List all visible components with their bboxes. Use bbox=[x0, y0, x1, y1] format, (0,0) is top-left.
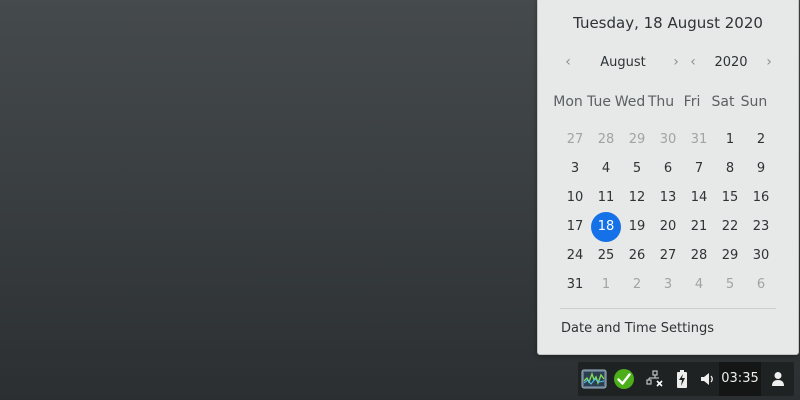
day-grid: 27 28 29 30 31 1 2 3 4 5 6 7 8 9 10 11 12 13 14 15 16 17 18 19 2… bbox=[538, 0, 800, 300]
battery-charging-icon[interactable] bbox=[670, 362, 694, 396]
day-cell-today[interactable]: 18 bbox=[591, 212, 621, 242]
day-cell[interactable]: 19 bbox=[622, 212, 652, 242]
day-cell[interactable]: 21 bbox=[684, 212, 714, 242]
day-cell[interactable]: 4 bbox=[684, 270, 714, 300]
volume-icon[interactable] bbox=[696, 362, 718, 396]
day-cell[interactable]: 30 bbox=[746, 241, 776, 271]
day-cell[interactable]: 7 bbox=[684, 154, 714, 184]
update-check-icon[interactable] bbox=[610, 362, 638, 396]
day-cell[interactable]: 3 bbox=[560, 154, 590, 184]
day-cell[interactable]: 29 bbox=[715, 241, 745, 271]
day-cell[interactable]: 17 bbox=[560, 212, 590, 242]
day-cell[interactable]: 30 bbox=[653, 125, 683, 155]
day-cell[interactable]: 15 bbox=[715, 183, 745, 213]
day-cell[interactable]: 8 bbox=[715, 154, 745, 184]
network-disconnected-icon[interactable] bbox=[642, 362, 668, 396]
day-cell[interactable]: 13 bbox=[653, 183, 683, 213]
day-cell[interactable]: 27 bbox=[653, 241, 683, 271]
separator bbox=[560, 308, 776, 309]
day-cell[interactable]: 6 bbox=[653, 154, 683, 184]
day-cell[interactable]: 25 bbox=[591, 241, 621, 271]
day-cell[interactable]: 28 bbox=[591, 125, 621, 155]
day-cell[interactable]: 22 bbox=[715, 212, 745, 242]
day-cell[interactable]: 2 bbox=[622, 270, 652, 300]
day-cell[interactable]: 2 bbox=[746, 125, 776, 155]
date-time-settings-link[interactable]: Date and Time Settings bbox=[561, 321, 714, 336]
day-cell[interactable]: 3 bbox=[653, 270, 683, 300]
day-cell[interactable]: 24 bbox=[560, 241, 590, 271]
day-cell[interactable]: 9 bbox=[746, 154, 776, 184]
day-cell[interactable]: 28 bbox=[684, 241, 714, 271]
day-cell[interactable]: 1 bbox=[591, 270, 621, 300]
day-cell[interactable]: 6 bbox=[746, 270, 776, 300]
day-cell[interactable]: 27 bbox=[560, 125, 590, 155]
day-cell[interactable]: 5 bbox=[622, 154, 652, 184]
day-cell[interactable]: 16 bbox=[746, 183, 776, 213]
user-icon[interactable] bbox=[765, 362, 791, 396]
day-cell[interactable]: 14 bbox=[684, 183, 714, 213]
calendar-popover: Tuesday, 18 August 2020 ‹ August › ‹ 202… bbox=[537, 0, 799, 355]
system-tray: 03:35 bbox=[578, 362, 794, 396]
day-cell[interactable]: 23 bbox=[746, 212, 776, 242]
day-cell[interactable]: 10 bbox=[560, 183, 590, 213]
day-cell[interactable]: 20 bbox=[653, 212, 683, 242]
day-cell[interactable]: 31 bbox=[560, 270, 590, 300]
day-cell[interactable]: 12 bbox=[622, 183, 652, 213]
day-cell[interactable]: 11 bbox=[591, 183, 621, 213]
day-cell[interactable]: 5 bbox=[715, 270, 745, 300]
panel-clock[interactable]: 03:35 bbox=[719, 362, 761, 396]
day-cell[interactable]: 4 bbox=[591, 154, 621, 184]
day-cell[interactable]: 1 bbox=[715, 125, 745, 155]
day-cell[interactable]: 29 bbox=[622, 125, 652, 155]
day-cell[interactable]: 31 bbox=[684, 125, 714, 155]
day-cell[interactable]: 26 bbox=[622, 241, 652, 271]
system-monitor-icon[interactable] bbox=[580, 362, 608, 396]
